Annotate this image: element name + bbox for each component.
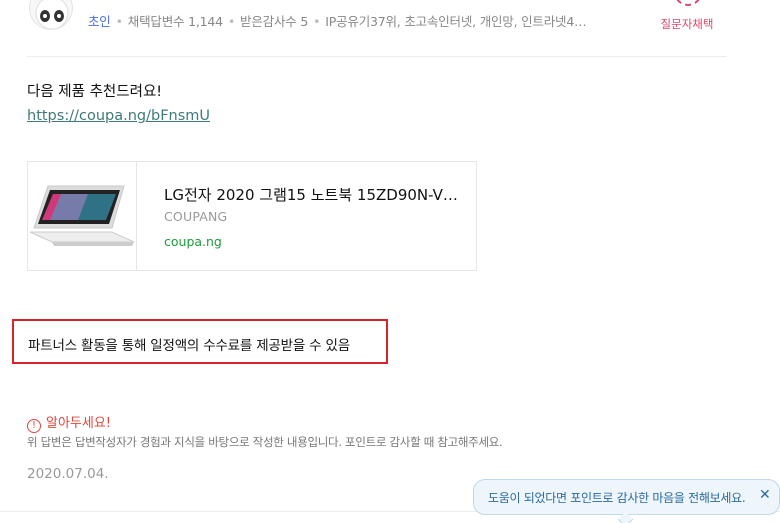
product-title[interactable]: LG전자 2020 그램15 노트북 15ZD90N-V…: [164, 184, 458, 205]
laptop-image-icon: [29, 185, 135, 246]
adopt-label: 질문자채택: [660, 17, 714, 31]
adopt-stamp-icon: [674, 0, 702, 6]
divider: [27, 56, 727, 57]
adopt-badge: 질문자채택: [647, 0, 727, 32]
notice-title: ! 알아두세요!: [27, 412, 111, 433]
answer-intro: 다음 제품 추천드려요!: [27, 84, 163, 100]
answer-date: 2020.07.04.: [27, 466, 109, 482]
product-domain: coupa.ng: [164, 234, 222, 249]
author-stat-answers: 채택답변수 1,144: [127, 14, 223, 29]
alert-icon: !: [27, 419, 41, 433]
notice-title-text: 알아두세요!: [46, 416, 112, 431]
author-row: 초인 • 채택답변수 1,144 • 받은감사수 5 • IP공유기37위, 초고속인터넷,…: [27, 0, 727, 32]
product-card[interactable]: LG전자 2020 그램15 노트북 15ZD90N-V… COUPANG co…: [27, 161, 477, 271]
author-meta: 초인 • 채택답변수 1,144 • 받은감사수 5 • IP공유기37위, 초고속인터넷,…: [88, 14, 587, 29]
author-stat-thanks: 받은감사수 5: [240, 14, 309, 29]
thanks-tooltip: 도움이 되었다면 포인트로 감사한 마음을 전해보세요. ✕: [473, 479, 780, 515]
product-link[interactable]: https://coupa.ng/bFnsmU: [27, 108, 210, 124]
thanks-tooltip-text: 도움이 되었다면 포인트로 감사한 마음을 전해보세요.: [488, 491, 746, 505]
notice-text: 위 답변은 답변작성자가 경험과 지식을 바탕으로 작성한 내용입니다. 포인트…: [27, 435, 503, 449]
product-thumbnail: [28, 162, 137, 270]
author-stat-rank: IP공유기37위, 초고속인터넷, 개인망, 인트라넷4…: [325, 14, 587, 29]
avatar[interactable]: [29, 0, 73, 30]
close-icon[interactable]: ✕: [759, 487, 771, 503]
author-name[interactable]: 초인: [88, 14, 111, 29]
panda-avatar-icon: [35, 0, 69, 29]
partners-disclosure-box: 파트너스 활동을 통해 일정액의 수수료를 제공받을 수 있음: [12, 319, 388, 364]
partners-disclosure-text: 파트너스 활동을 통해 일정액의 수수료를 제공받을 수 있음: [28, 338, 350, 354]
product-vendor: COUPANG: [164, 209, 228, 224]
